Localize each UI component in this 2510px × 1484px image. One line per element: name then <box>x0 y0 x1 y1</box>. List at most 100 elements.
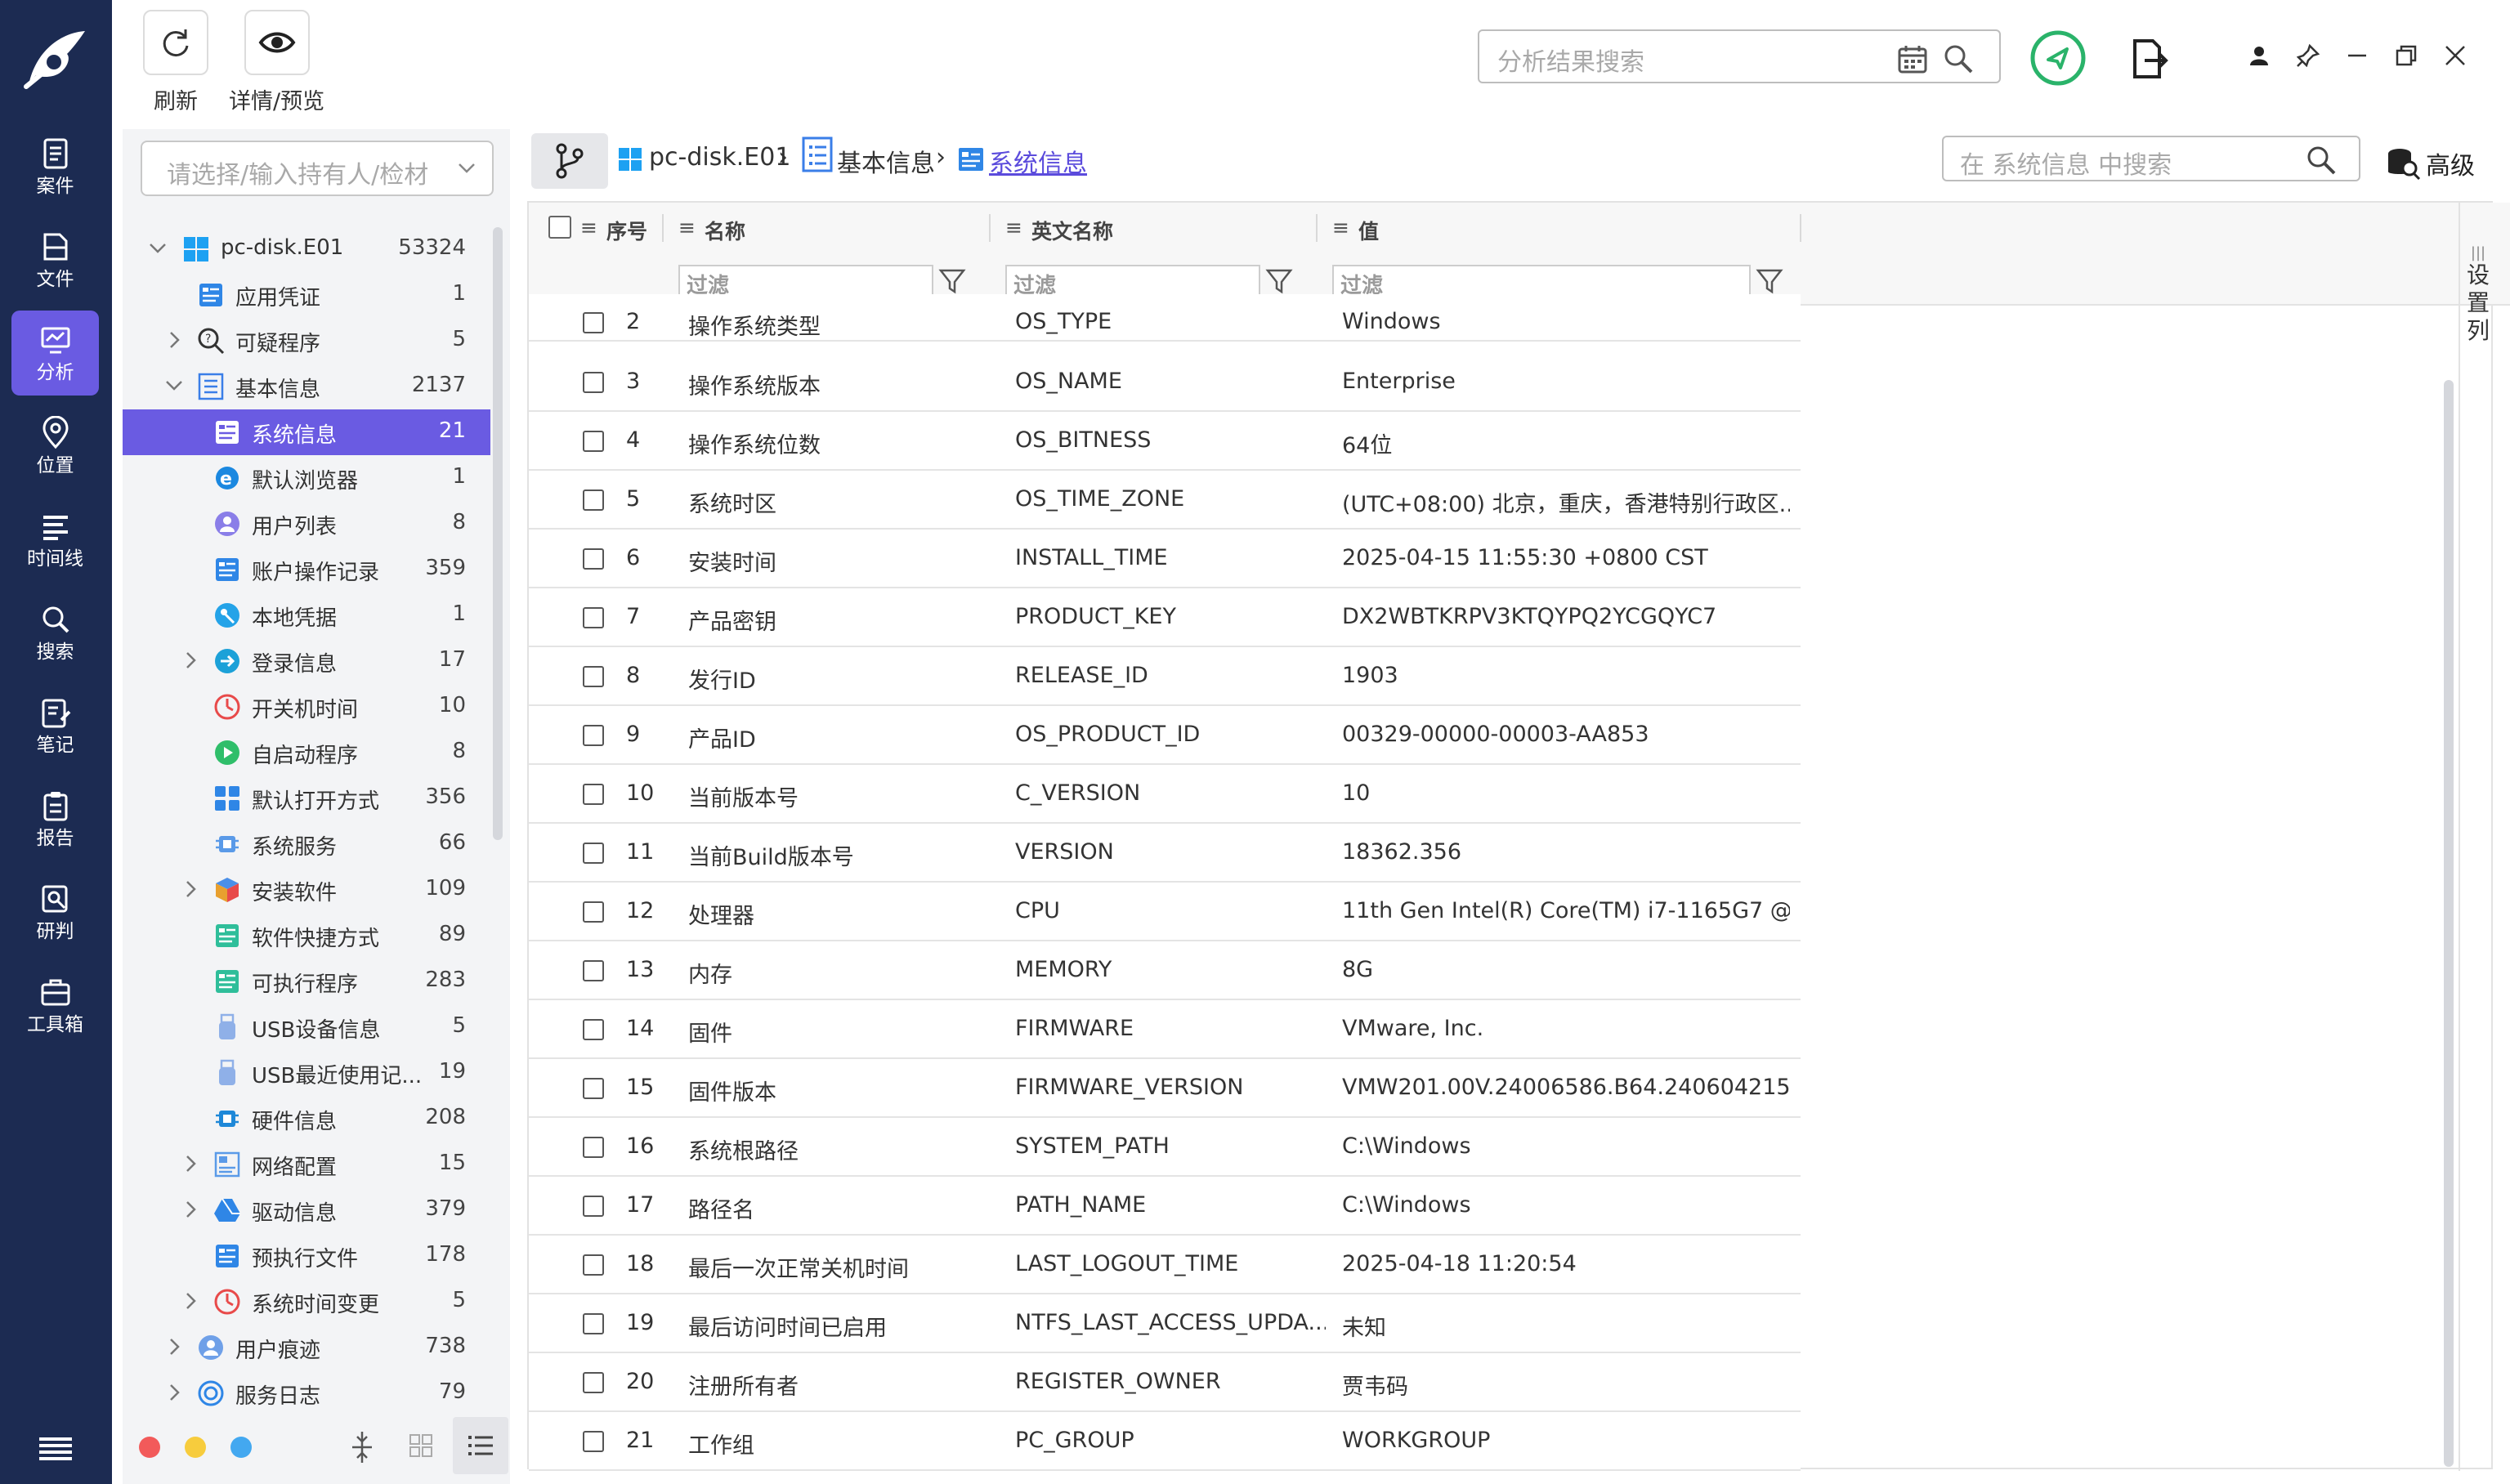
list-view-button[interactable] <box>453 1417 508 1474</box>
column-menu-icon[interactable]: ≡ <box>580 216 597 239</box>
table-row[interactable]: 20 注册所有者 REGISTER_OWNER 贾韦码 <box>529 1353 1801 1412</box>
settings-columns-button[interactable]: ||| 设 置 列 <box>2460 245 2496 376</box>
row-checkbox[interactable] <box>583 666 604 687</box>
row-checkbox[interactable] <box>583 784 604 805</box>
restore-button[interactable] <box>2388 38 2424 74</box>
table-row[interactable]: 2 操作系统类型 OS_TYPE Windows <box>529 294 1801 342</box>
tree-item[interactable]: 服务日志 79 <box>123 1370 490 1416</box>
yellow-dot-filter[interactable] <box>185 1437 206 1458</box>
nav-toolbox[interactable]: 工具箱 <box>11 963 99 1048</box>
chevron-right-icon[interactable] <box>163 1336 185 1357</box>
close-button[interactable] <box>2437 38 2473 74</box>
search-icon[interactable] <box>2305 144 2338 177</box>
holder-select[interactable]: 请选择/输入持有人/检材 <box>141 141 494 196</box>
row-checkbox[interactable] <box>583 431 604 452</box>
header-english-name[interactable]: 英文名称 <box>1031 216 1113 245</box>
tree-item[interactable]: 应用凭证 1 <box>123 272 490 318</box>
row-checkbox[interactable] <box>583 1372 604 1393</box>
table-row[interactable]: 14 固件 FIRMWARE VMware, Inc. <box>529 1000 1801 1059</box>
tree-item[interactable]: 用户痕迹 738 <box>123 1325 490 1370</box>
branch-button[interactable] <box>531 133 608 189</box>
navigation-status-icon[interactable] <box>2029 29 2087 87</box>
collapse-all-icon[interactable] <box>350 1430 374 1464</box>
select-all-checkbox[interactable] <box>548 216 571 239</box>
tree-item[interactable]: 默认打开方式 356 <box>123 776 490 821</box>
chevron-right-icon[interactable] <box>180 1153 201 1174</box>
table-row[interactable]: 4 操作系统位数 OS_BITNESS 64位 <box>529 412 1801 471</box>
row-checkbox[interactable] <box>583 489 604 511</box>
nav-search[interactable]: 搜索 <box>11 590 99 675</box>
row-checkbox[interactable] <box>583 1196 604 1217</box>
tree-item[interactable]: 账户操作记录 359 <box>123 547 490 592</box>
row-checkbox[interactable] <box>583 1137 604 1158</box>
column-menu-icon[interactable]: ≡ <box>1005 216 1022 239</box>
tree-item[interactable]: USB设备信息 5 <box>123 1004 490 1050</box>
column-menu-icon[interactable]: ≡ <box>678 216 696 239</box>
tree-item[interactable]: 硬件信息 208 <box>123 1096 490 1142</box>
chevron-right-icon[interactable] <box>163 1382 185 1403</box>
tree-item[interactable]: ? 可疑程序 5 <box>123 318 490 364</box>
chevron-right-icon[interactable] <box>180 878 201 900</box>
nav-analysis[interactable]: 分析 <box>11 311 99 396</box>
row-checkbox[interactable] <box>583 372 604 393</box>
row-checkbox[interactable] <box>583 1019 604 1040</box>
row-checkbox[interactable] <box>583 1254 604 1276</box>
tree-item[interactable]: 自启动程序 8 <box>123 730 490 776</box>
chevron-right-icon[interactable] <box>180 1199 201 1220</box>
user-button[interactable] <box>2241 38 2277 74</box>
nav-report[interactable]: 报告 <box>11 776 99 861</box>
chevron-right-icon[interactable] <box>163 329 185 351</box>
tree-item[interactable]: pc-disk.E01 53324 <box>123 226 490 272</box>
nav-file[interactable]: 文件 <box>11 217 99 302</box>
tree-item[interactable]: 用户列表 8 <box>123 501 490 547</box>
table-row[interactable]: 11 当前Build版本号 VERSION 18362.356 <box>529 824 1801 883</box>
column-divider[interactable] <box>662 214 664 242</box>
table-row[interactable]: 19 最后访问时间已启用 NTFS_LAST_ACCESS_UPDA... 未知 <box>529 1294 1801 1353</box>
funnel-icon[interactable] <box>1265 266 1293 296</box>
tree-item[interactable]: 开关机时间 10 <box>123 684 490 730</box>
minimize-button[interactable] <box>2339 38 2375 74</box>
table-row[interactable]: 21 工作组 PC_GROUP WORKGROUP <box>529 1412 1801 1471</box>
row-checkbox[interactable] <box>583 1431 604 1452</box>
funnel-icon[interactable] <box>1756 266 1783 296</box>
tree-item[interactable]: 基本信息 2137 <box>123 364 490 409</box>
table-row[interactable]: 7 产品密钥 PRODUCT_KEY DX2WBTKRPV3KTQYPQ2YCGQYC… <box>529 588 1801 647</box>
menu-icon[interactable] <box>36 1434 75 1464</box>
nav-judgement[interactable]: 研判 <box>11 869 99 954</box>
table-row[interactable]: 8 发行ID RELEASE_ID 1903 <box>529 647 1801 706</box>
value-filter-input[interactable]: 过滤 <box>1332 265 1751 298</box>
breadcrumb-level2[interactable]: 基本信息 <box>837 143 935 179</box>
table-row[interactable]: 12 处理器 CPU 11th Gen Intel(R) Core(TM) i7-11… <box>529 883 1801 941</box>
row-checkbox[interactable] <box>583 312 604 333</box>
header-name[interactable]: 名称 <box>705 216 745 245</box>
table-row[interactable]: 18 最后一次正常关机时间 LAST_LOGOUT_TIME 2025-04-18 1… <box>529 1236 1801 1294</box>
header-index[interactable]: 序号 <box>606 216 647 245</box>
tree-item[interactable]: 软件快捷方式 89 <box>123 913 490 959</box>
column-divider[interactable] <box>989 214 991 242</box>
analysis-search-input[interactable]: 分析结果搜索 <box>1478 29 2001 83</box>
tree-scrollbar[interactable] <box>493 227 503 840</box>
chevron-right-icon[interactable] <box>180 650 201 671</box>
advanced-search-button[interactable]: 高级 <box>2387 141 2490 181</box>
tree-item[interactable]: USB最近使用记... 19 <box>123 1050 490 1096</box>
breadcrumb-root[interactable]: pc-disk.E01 <box>649 143 790 172</box>
table-scrollbar[interactable] <box>2444 380 2454 1467</box>
tree-item[interactable]: 本地凭据 1 <box>123 592 490 638</box>
export-icon[interactable] <box>2132 38 2169 80</box>
table-row[interactable]: 9 产品ID OS_PRODUCT_ID 00329-00000-00003-AA85… <box>529 706 1801 765</box>
chevron-down-icon[interactable] <box>163 375 185 396</box>
row-checkbox[interactable] <box>583 960 604 981</box>
table-row[interactable]: 5 系统时区 OS_TIME_ZONE (UTC+08:00) 北京，重庆，香港特别行… <box>529 471 1801 530</box>
nav-location[interactable]: 位置 <box>11 404 99 489</box>
tree-item[interactable]: 预执行文件 178 <box>123 1233 490 1279</box>
row-checkbox[interactable] <box>583 843 604 864</box>
tree-item[interactable]: 安装软件 109 <box>123 867 490 913</box>
funnel-icon[interactable] <box>938 266 966 296</box>
table-row[interactable]: 17 路径名 PATH_NAME C:\Windows <box>529 1177 1801 1236</box>
row-checkbox[interactable] <box>583 1313 604 1334</box>
calendar-icon[interactable] <box>1896 42 1929 75</box>
blue-dot-filter[interactable] <box>230 1437 252 1458</box>
table-row[interactable]: 6 安装时间 INSTALL_TIME 2025-04-15 11:55:30 +08… <box>529 530 1801 588</box>
search-icon[interactable] <box>1942 42 1975 75</box>
tree-item[interactable]: 网络配置 15 <box>123 1142 490 1187</box>
